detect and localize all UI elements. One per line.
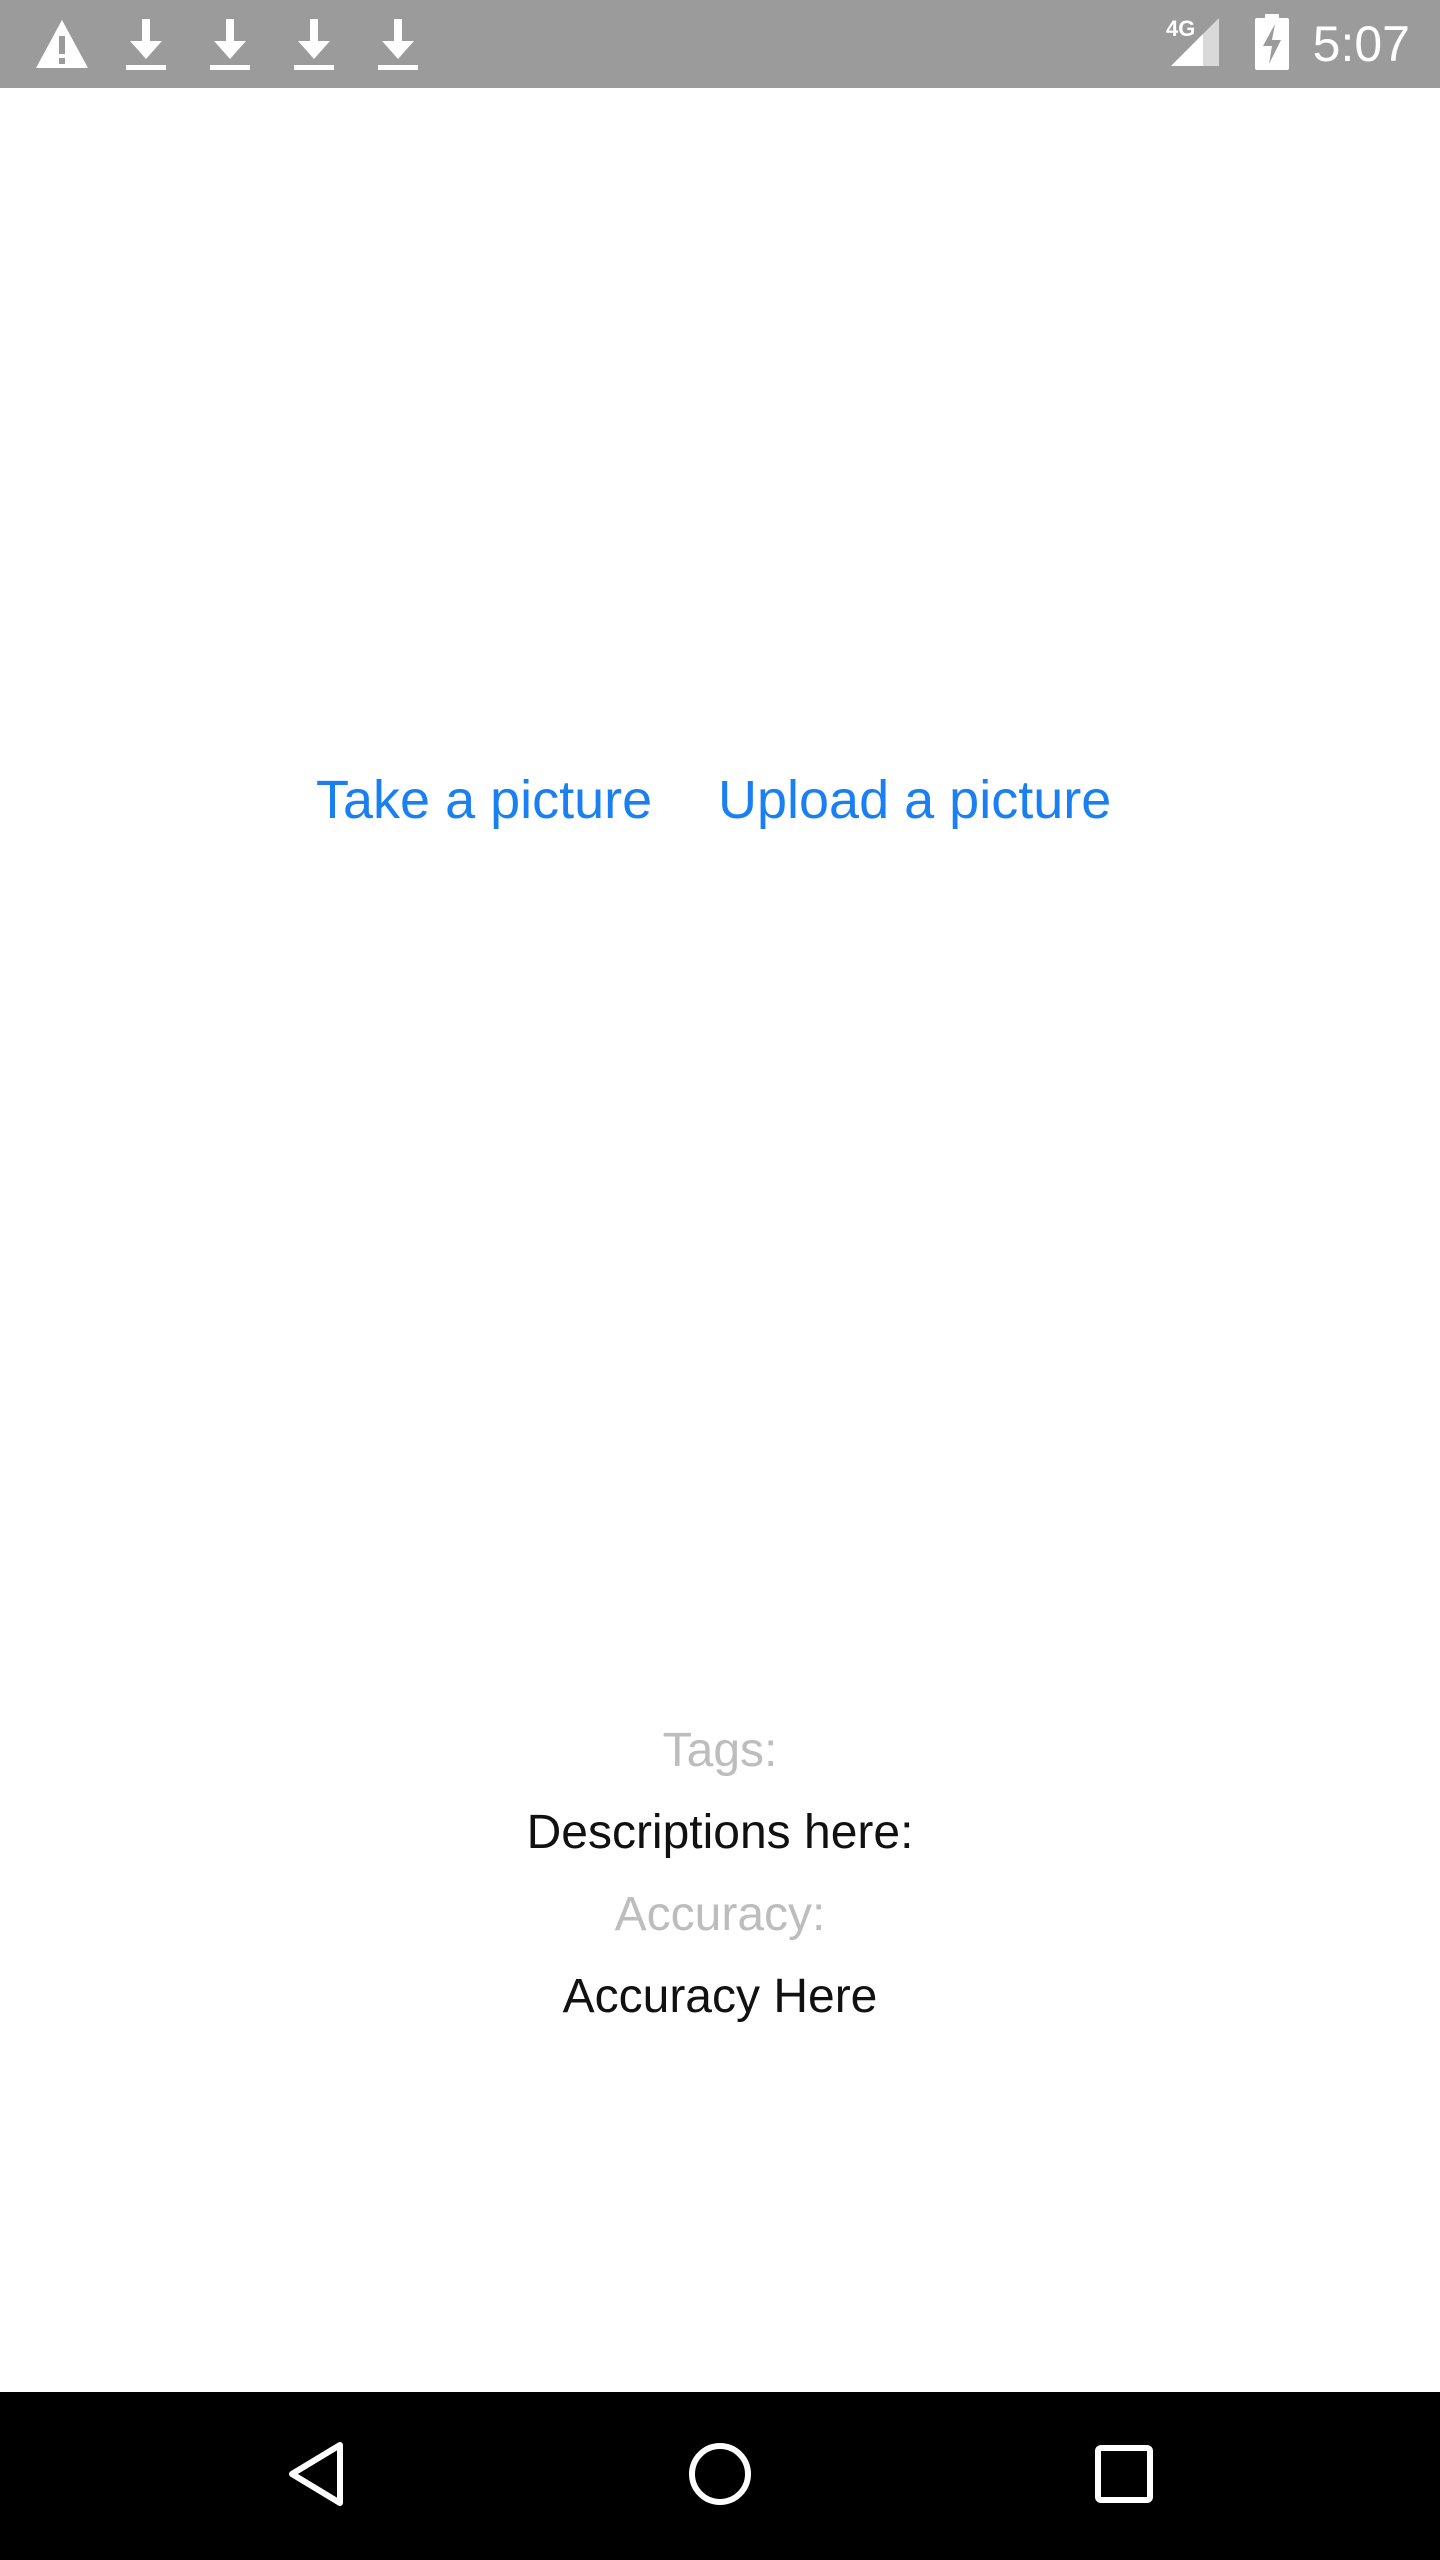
results-panel: Tags: Descriptions here: Accuracy: Accur… [0, 1710, 1440, 2038]
back-triangle-icon [284, 2439, 348, 2514]
picture-actions: Take a picture Upload a picture [0, 760, 1440, 840]
recents-button[interactable] [1084, 2436, 1164, 2516]
download-icon [202, 14, 258, 74]
battery-charging-icon [1254, 13, 1289, 75]
cell-signal-icon [1169, 16, 1221, 73]
take-picture-button[interactable]: Take a picture [316, 760, 652, 840]
accuracy-label: Accuracy: [614, 1888, 826, 1941]
descriptions-text: Descriptions here: [526, 1806, 914, 1859]
home-button[interactable] [680, 2436, 760, 2516]
clock: 5:07 [1312, 16, 1410, 72]
back-button[interactable] [276, 2436, 356, 2516]
warning-icon [34, 14, 90, 74]
download-icon [286, 14, 342, 74]
upload-picture-button[interactable]: Upload a picture [718, 760, 1111, 840]
download-icon [118, 14, 174, 74]
download-icon [370, 14, 426, 74]
accuracy-text: Accuracy Here [562, 1970, 878, 2023]
status-bar: 4G 5:07 [0, 0, 1440, 88]
recents-square-icon [1094, 2444, 1154, 2509]
notification-icons [34, 14, 454, 74]
screen: 4G 5:07 Take a picture Upload a picture [0, 0, 1440, 2560]
system-status: 5:07 [1169, 0, 1410, 88]
tags-label: Tags: [662, 1724, 778, 1777]
navigation-bar [0, 2392, 1440, 2560]
home-circle-icon [688, 2442, 752, 2511]
